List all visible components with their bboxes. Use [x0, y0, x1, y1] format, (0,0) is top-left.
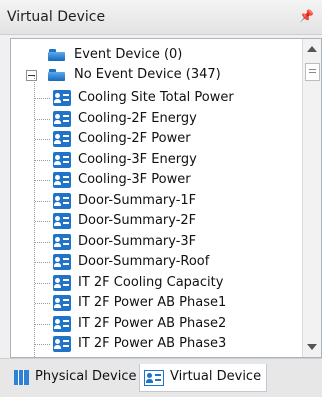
- tree-node-label: Cooling-2F Energy: [78, 111, 197, 126]
- virtual-device-icon: [53, 193, 71, 209]
- pin-icon[interactable]: 📌: [299, 9, 314, 23]
- tree-node-label: IT 2F Power AB Phase3: [78, 336, 227, 351]
- tree-node-label: Cooling Site Total Power: [78, 90, 234, 105]
- tree-node-label: IT 2F Cooling Capacity: [78, 275, 224, 290]
- folder-icon: [48, 48, 66, 61]
- tree-node-label: Cooling-3F Energy: [78, 152, 197, 167]
- tree-node-label: Cooling-3F Power: [78, 172, 191, 187]
- scroll-up-icon[interactable]: [307, 46, 317, 52]
- tree-guide-line: [35, 180, 50, 181]
- virtual-device-icon: [53, 275, 71, 291]
- tree-guide-line: [35, 98, 50, 99]
- folder-icon: [48, 68, 66, 81]
- tree-node-label: IT 2F Power AB Phase1: [78, 295, 227, 310]
- virtual-device-icon: [53, 316, 71, 332]
- virtual-device-icon: [53, 152, 71, 168]
- panel-titlebar: Virtual Device 📌: [0, 0, 322, 35]
- tree-node-label: Door-Summary-3F: [78, 234, 197, 249]
- tab-strip: Physical Device Virtual Device: [0, 358, 322, 397]
- tree-guide-line: [35, 324, 50, 325]
- tree-guide-line: [35, 283, 50, 284]
- device-tree[interactable]: Event Device (0) No Event Device (347) C…: [10, 38, 322, 358]
- virtual-device-icon: [53, 336, 71, 352]
- virtual-device-icon: [53, 295, 71, 311]
- tree-guide-line: [35, 242, 50, 243]
- tree-node-label: No Event Device (347): [74, 67, 221, 82]
- panel-title: Virtual Device: [7, 9, 106, 25]
- tab-label: Virtual Device: [170, 369, 262, 384]
- vertical-scrollbar[interactable]: [302, 39, 321, 357]
- virtual-device-icon: [53, 234, 71, 250]
- tree-guide-line: [35, 119, 50, 120]
- tab-physical-device[interactable]: Physical Device: [10, 364, 138, 391]
- tree-node-label: Door-Summary-1F: [78, 193, 197, 208]
- tree-guide-line: [35, 201, 50, 202]
- virtual-device-panel: Virtual Device 📌 Event Device (0) No Eve…: [0, 0, 322, 397]
- tree-guide-line: [35, 344, 50, 345]
- tree-guide-line: [35, 221, 50, 222]
- tree-node-label: Event Device (0): [74, 47, 183, 62]
- virtual-device-icon: [53, 254, 71, 270]
- tree-node-label: Door-Summary-2F: [78, 213, 197, 228]
- virtual-device-icon: [144, 370, 164, 386]
- tree-node-label: Cooling-2F Power: [78, 131, 191, 146]
- virtual-device-icon: [53, 172, 71, 188]
- tree-guide-line: [35, 139, 50, 140]
- scroll-thumb[interactable]: [305, 63, 320, 81]
- tree-guide-line: [35, 160, 50, 161]
- tree-node-label: IT 2F Power AB Phase2: [78, 316, 227, 331]
- tree-guide-line: [35, 303, 50, 304]
- physical-device-icon: [14, 370, 29, 385]
- virtual-device-icon: [53, 90, 71, 106]
- virtual-device-icon: [53, 131, 71, 147]
- virtual-device-icon: [53, 111, 71, 127]
- tree-guide-line: [35, 262, 50, 263]
- tree-node-label: Door-Summary-Roof: [78, 254, 210, 269]
- virtual-device-icon: [53, 213, 71, 229]
- tab-virtual-device[interactable]: Virtual Device: [139, 364, 267, 392]
- scroll-down-icon[interactable]: [307, 344, 317, 350]
- tab-label: Physical Device: [35, 369, 137, 384]
